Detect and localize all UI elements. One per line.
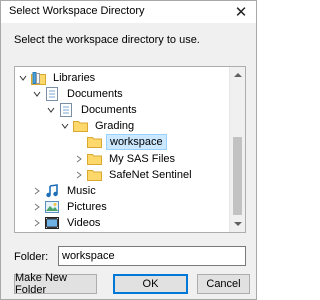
tree-item-safenet-sentinel[interactable]: SafeNet Sentinel [74,167,245,183]
folder-icon [86,135,102,149]
folder-tree[interactable]: Libraries Documents Documents Grading wo… [14,66,246,233]
chevron-right-icon[interactable] [32,199,42,215]
tree-item-videos[interactable]: Videos [32,215,245,231]
tree-item-documents-library[interactable]: Documents [32,86,245,102]
tree-item-pictures[interactable]: Pictures [32,199,245,215]
music-icon [44,184,60,198]
documents-icon [58,103,74,117]
tree-item-label: Videos [67,217,101,229]
tree-item-label: SafeNet Sentinel [109,169,192,181]
scrollbar-thumb[interactable] [233,137,242,215]
tree-item-label: Documents [81,104,137,116]
window-title: Select Workspace Directory [9,5,145,17]
tree-item-label: My SAS Files [109,153,176,165]
tree-item-label: Pictures [67,201,107,213]
scroll-down-icon[interactable] [230,216,245,232]
folder-input[interactable] [58,246,246,266]
ok-button[interactable]: OK [113,274,188,294]
libraries-icon [30,71,46,85]
select-workspace-dialog: Select Workspace Directory ✕ Select the … [0,0,257,300]
tree-item-libraries[interactable]: Libraries [18,70,233,86]
title-bar[interactable]: Select Workspace Directory ✕ [1,1,256,23]
library-documents-icon [44,87,60,101]
scroll-up-icon[interactable] [230,67,245,83]
pictures-icon [44,200,60,214]
tree-item-label: Documents [67,88,123,100]
instruction-text: Select the workspace directory to use. [14,34,200,46]
chevron-right-icon[interactable] [74,167,84,183]
folder-icon [86,152,102,166]
chevron-down-icon[interactable] [18,70,28,86]
chevron-down-icon[interactable] [60,118,70,134]
make-new-folder-button[interactable]: Make New Folder [14,272,97,296]
cancel-button[interactable]: Cancel [197,274,250,294]
chevron-right-icon[interactable] [32,183,42,199]
folder-icon [72,119,88,133]
tree-item-label: Grading [95,120,135,132]
tree-item-label: workspace [106,134,167,150]
tree-scrollbar[interactable] [229,67,245,232]
tree-item-label: Libraries [53,72,96,84]
tree-item-documents[interactable]: Documents [46,102,245,118]
videos-icon [44,216,60,230]
chevron-down-icon[interactable] [46,102,56,118]
tree-item-music[interactable]: Music [32,183,245,199]
folder-label: Folder: [14,251,49,263]
chevron-right-icon[interactable] [74,151,84,167]
close-icon[interactable]: ✕ [226,1,256,23]
tree-item-my-sas-files[interactable]: My SAS Files [74,151,245,167]
tree-item-grading[interactable]: Grading [60,118,245,134]
folder-icon [86,168,102,182]
chevron-right-icon[interactable] [32,215,42,231]
tree-item-label: Music [67,185,96,197]
chevron-down-icon[interactable] [32,86,42,102]
tree-item-workspace[interactable]: workspace [74,134,245,150]
